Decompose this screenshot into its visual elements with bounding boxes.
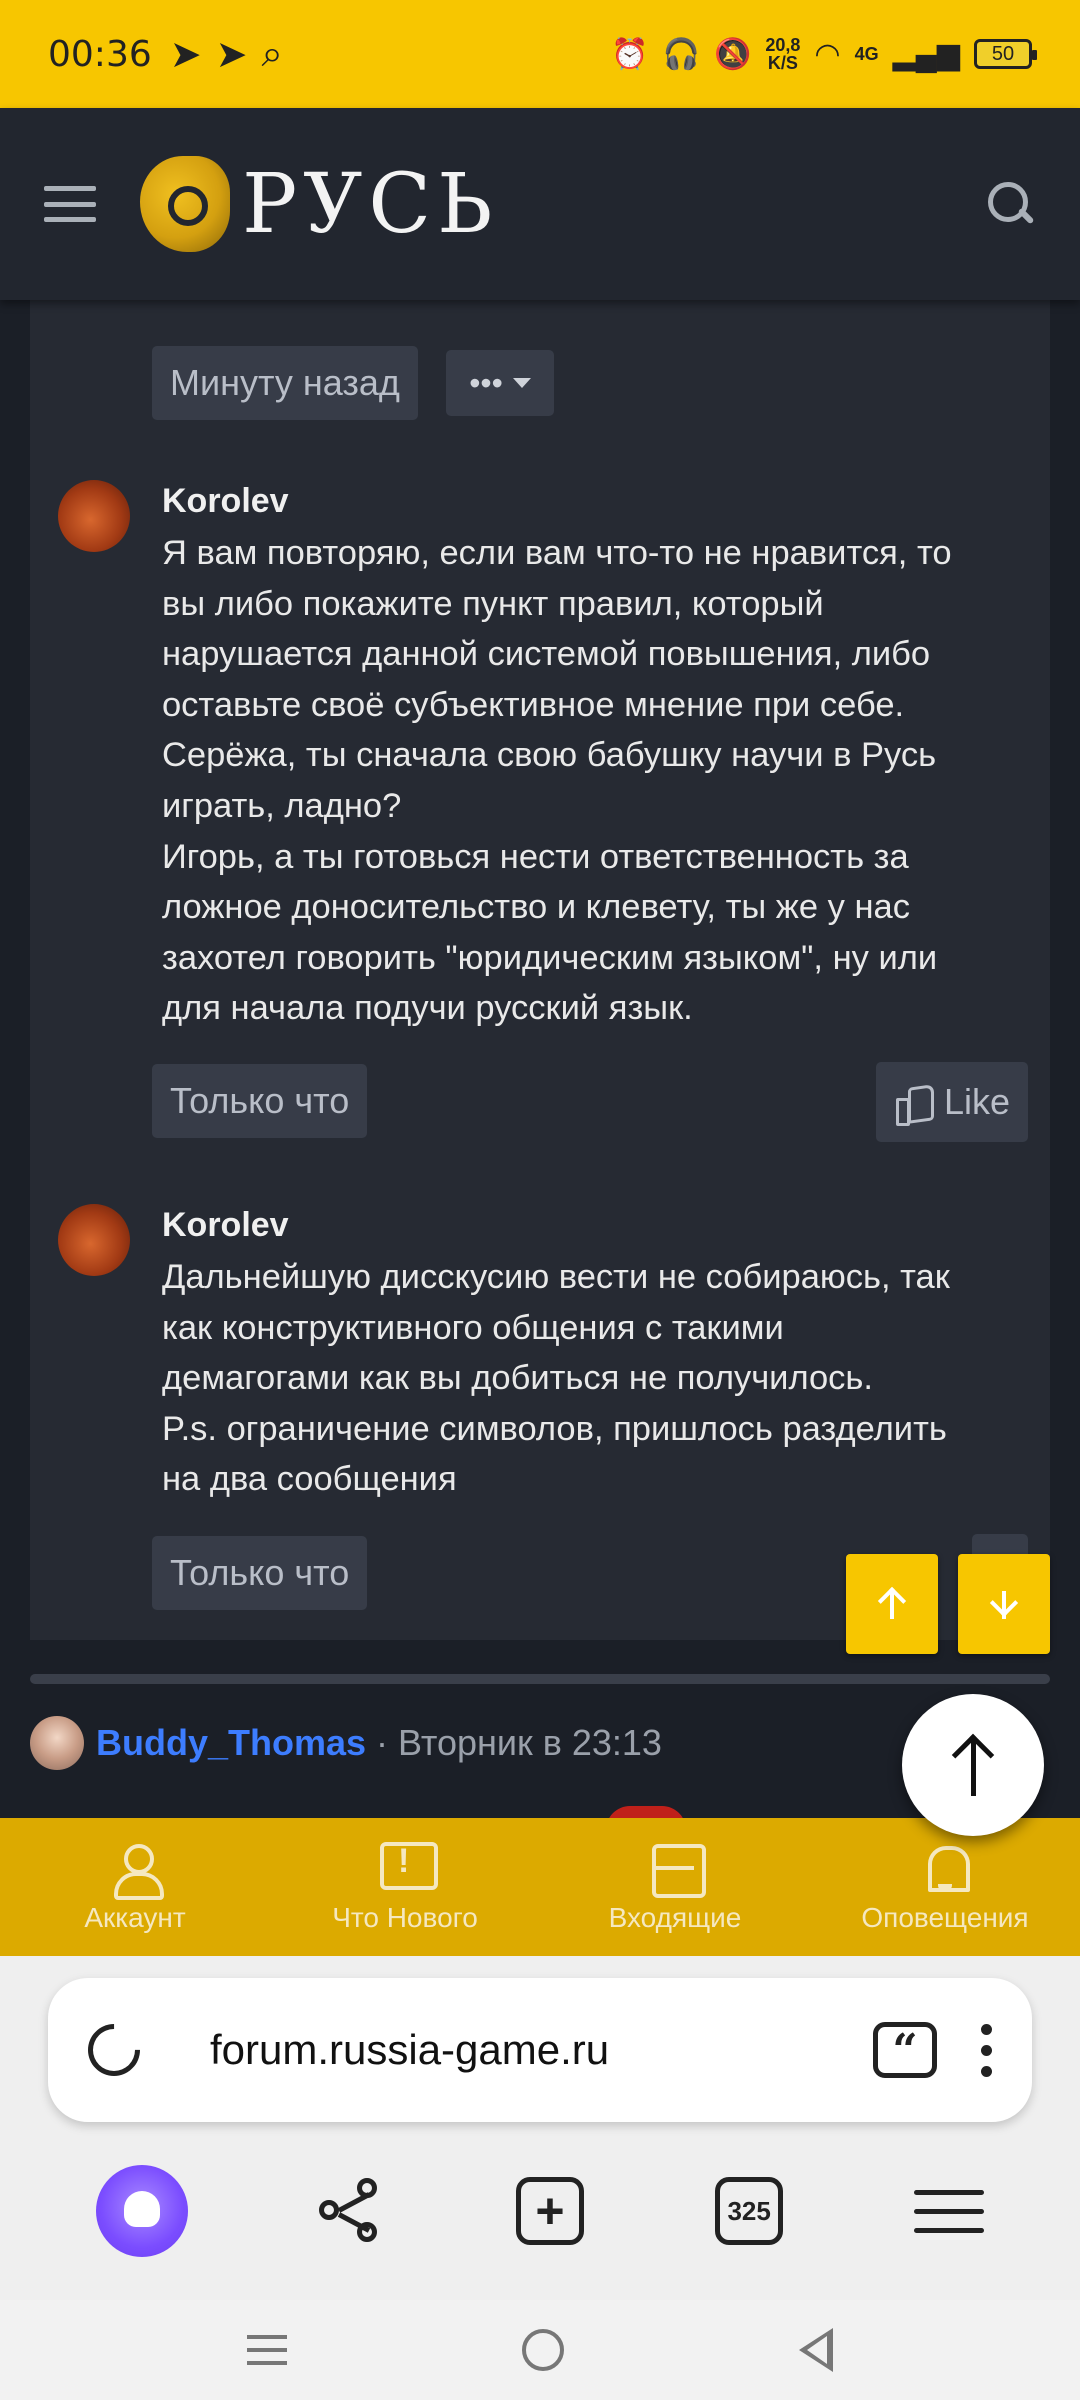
arrow-down-icon <box>989 1587 1019 1621</box>
telegram-icon: ➤ <box>169 33 202 76</box>
new-tab-icon[interactable]: + <box>515 2177 584 2245</box>
mute-icon: 🔕 <box>713 37 752 71</box>
wifi-icon: ◠ <box>814 37 841 71</box>
hamburger-menu-icon[interactable] <box>44 186 96 222</box>
tab-inbox[interactable]: Входящие <box>540 1818 810 1956</box>
scroll-up-button[interactable] <box>846 1554 938 1654</box>
post-text: Я вам повторяю, если вам что-то не нрави… <box>162 534 952 1028</box>
tabs-count-button[interactable]: 325 <box>715 2177 784 2245</box>
user-icon <box>108 1840 164 1900</box>
recent-apps-icon[interactable] <box>247 2335 288 2365</box>
telegram-icon: ➤ <box>215 33 248 76</box>
tab-whats-new[interactable]: Что Нового <box>270 1818 540 1956</box>
headphones-icon: 🎧 <box>662 37 700 71</box>
back-icon[interactable] <box>798 2328 833 2372</box>
net-speed: 20,8 K/S <box>765 35 801 73</box>
alice-assistant-icon[interactable] <box>95 2165 188 2257</box>
avatar[interactable] <box>58 1204 130 1276</box>
post-text: Дальнейшую дисскусию вести не собираюсь,… <box>162 1258 950 1499</box>
scroll-to-top-button[interactable] <box>902 1694 1044 1836</box>
more-options-icon[interactable] <box>981 2023 992 2077</box>
inbox-icon <box>648 1840 706 1898</box>
next-post-header: Buddy_Thomas · Вторник в 23:13 <box>30 1716 662 1770</box>
url-text[interactable]: forum.russia-game.ru <box>210 2026 609 2074</box>
address-bar[interactable]: forum.russia-game.ru “ <box>48 1978 1032 2122</box>
thread-panel: Минуту назад ••• Korolev Я вам повторяю,… <box>30 286 1050 1640</box>
post-timestamp[interactable]: Только что <box>152 1536 368 1610</box>
post-timestamp[interactable]: Только что <box>152 1064 368 1138</box>
signal-icon: ▂▄▆ <box>892 37 960 71</box>
site-logo[interactable]: РУСЬ <box>140 156 498 252</box>
battery-icon: 50 <box>974 39 1037 69</box>
search-icon[interactable] <box>984 178 1036 230</box>
like-button[interactable]: Like <box>875 1062 1028 1142</box>
tab-account[interactable]: Аккаунт <box>0 1818 270 1956</box>
post-divider <box>30 1674 1050 1684</box>
status-time: 00:36 <box>48 33 152 75</box>
post-author[interactable]: Korolev <box>162 482 289 521</box>
status-system-icons: ⏰ 🎧 🔕 20,8 K/S ◠ 4G ▂▄▆ 50 <box>611 35 1037 73</box>
bell-icon <box>918 1840 972 1894</box>
alarm-icon: ⏰ <box>611 37 649 71</box>
site-header: РУСЬ <box>0 108 1080 300</box>
logo-text: РУСЬ <box>242 156 499 252</box>
arrow-up-icon <box>877 1586 907 1621</box>
next-post-username[interactable]: Buddy_Thomas <box>96 1722 366 1764</box>
system-navigation-bar <box>0 2300 1080 2400</box>
post-author[interactable]: Korolev <box>162 1206 289 1245</box>
caret-down-icon <box>512 378 531 388</box>
reload-icon[interactable] <box>77 2013 151 2087</box>
logo-emblem-icon <box>140 156 230 252</box>
prev-post-more-button[interactable]: ••• <box>446 350 554 416</box>
quote-bubble-icon[interactable]: “ <box>873 2022 937 2078</box>
prev-post-timestamp[interactable]: Минуту назад <box>152 346 418 420</box>
bottom-tab-bar: Аккаунт Что Нового Входящие Оповещения <box>0 1818 1080 1956</box>
whats-new-icon <box>378 1840 438 1894</box>
search-icon: ⌕ <box>261 32 283 75</box>
network-type: 4G <box>854 44 879 64</box>
avatar[interactable] <box>58 480 130 552</box>
share-icon[interactable] <box>318 2178 385 2244</box>
browser-menu-icon[interactable] <box>914 2189 985 2233</box>
status-notification-icons: ➤ ➤ ⌕ <box>170 32 283 77</box>
thumbs-up-icon <box>894 1082 934 1126</box>
browser-toolbar: + 325 <box>0 2156 1080 2266</box>
scroll-down-button[interactable] <box>958 1554 1050 1654</box>
status-bar: 00:36 ➤ ➤ ⌕ ⏰ 🎧 🔕 20,8 K/S ◠ 4G ▂▄▆ 50 <box>0 0 1080 108</box>
tab-notifications[interactable]: Оповещения <box>810 1818 1080 1956</box>
avatar[interactable] <box>30 1716 84 1770</box>
next-post-meta[interactable]: · Вторник в 23:13 <box>376 1722 662 1764</box>
home-icon[interactable] <box>521 2329 564 2371</box>
